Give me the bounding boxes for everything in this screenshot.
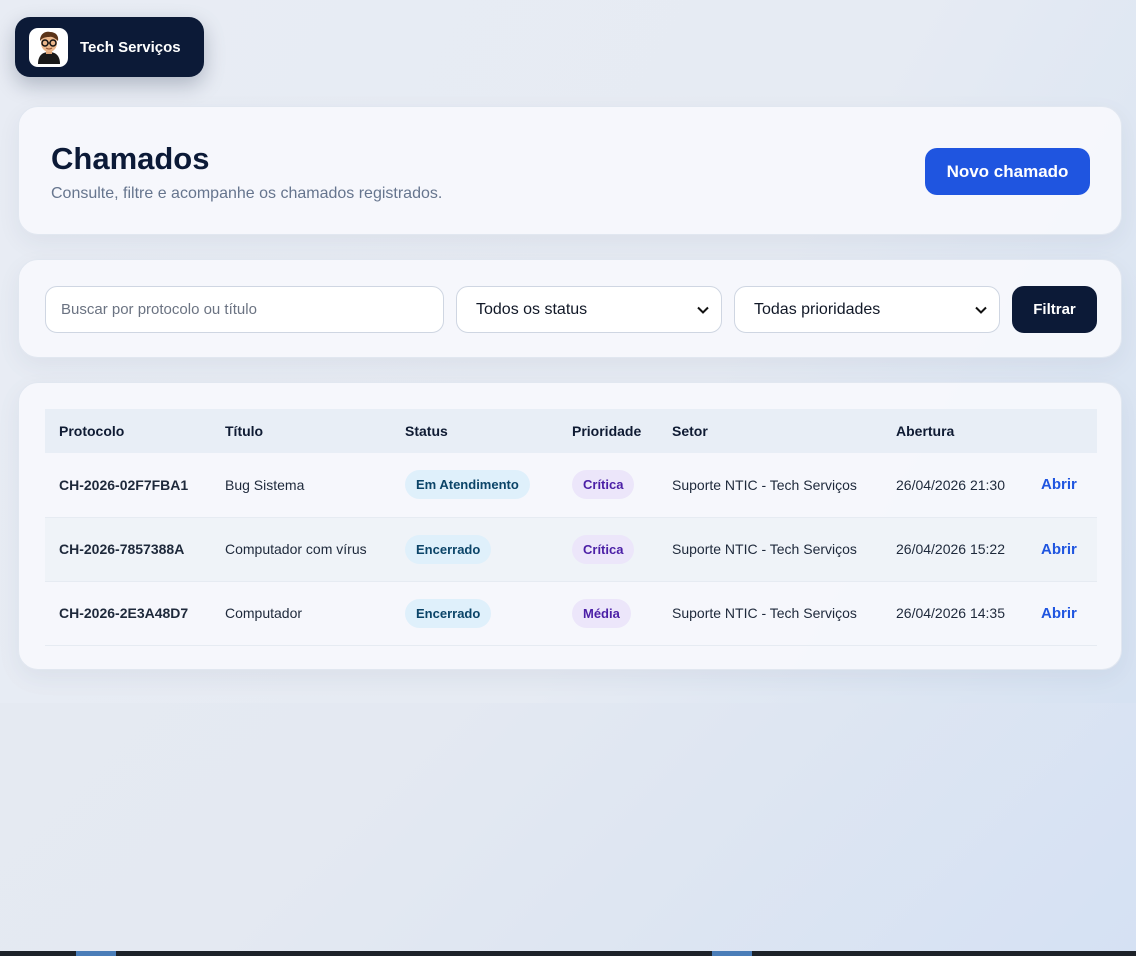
- tickets-card: Protocolo Título Status Prioridade Setor…: [18, 382, 1122, 670]
- taskbar-item[interactable]: [712, 951, 752, 956]
- priority-badge: Média: [572, 598, 631, 628]
- action-cell: Abrir: [1027, 453, 1097, 517]
- chevron-down-icon: [697, 306, 709, 314]
- taskbar: [0, 951, 1136, 956]
- search-input[interactable]: [45, 286, 444, 333]
- ticket-title: Bug Sistema: [225, 476, 305, 493]
- ticket-protocol: CH-2026-02F7FBA1: [59, 476, 189, 493]
- priority-badge: Crítica: [572, 470, 635, 500]
- filter-card: Todos os status Todas prioridades Filtra…: [18, 259, 1122, 358]
- chevron-down-icon: [975, 306, 987, 314]
- status-cell: Em Atendimento: [391, 453, 558, 517]
- priority-select-value: Todas prioridades: [754, 300, 881, 318]
- open-ticket-link[interactable]: Abrir: [1041, 476, 1077, 493]
- page-title: Chamados: [51, 141, 210, 176]
- action-cell: Abrir: [1027, 517, 1097, 581]
- column-header-title: Título: [225, 423, 264, 439]
- priority-cell: Média: [558, 581, 658, 645]
- ticket-title: Computador: [225, 605, 303, 621]
- header-card: Chamados Consulte, filtre e acompanhe os…: [18, 106, 1122, 235]
- table-row: CH-2026-2E3A48D7 Computador Encerrado Mé…: [45, 581, 1097, 645]
- open-ticket-link[interactable]: Abrir: [1041, 541, 1077, 558]
- ticket-opened: 26/04/2026 14:35: [896, 605, 1005, 621]
- status-select[interactable]: Todos os status: [456, 286, 722, 333]
- action-cell: Abrir: [1027, 581, 1097, 645]
- table-row: CH-2026-7857388A Computador com vírus En…: [45, 517, 1097, 581]
- column-header-opened: Abertura: [896, 423, 955, 439]
- column-header-status: Status: [405, 423, 448, 439]
- avatar: [29, 27, 68, 67]
- priority-cell: Crítica: [558, 453, 658, 517]
- filter-button[interactable]: Filtrar: [1012, 286, 1097, 333]
- ticket-opened: 26/04/2026 21:30: [896, 476, 1005, 493]
- ticket-protocol: CH-2026-7857388A: [59, 541, 185, 557]
- status-badge: Encerrado: [405, 534, 492, 564]
- page-subtitle: Consulte, filtre e acompanhe os chamados…: [51, 185, 443, 202]
- ticket-opened: 26/04/2026 15:22: [896, 541, 1005, 557]
- column-header-actions: [1027, 409, 1097, 453]
- status-select-value: Todos os status: [476, 300, 588, 318]
- ticket-sector: Suporte NTIC - Tech Serviços: [672, 476, 857, 493]
- avatar-icon: [37, 31, 60, 64]
- ticket-protocol: CH-2026-2E3A48D7: [59, 605, 189, 621]
- column-header-protocol: Protocolo: [59, 423, 125, 439]
- priority-badge: Crítica: [572, 534, 635, 564]
- ticket-sector: Suporte NTIC - Tech Serviços: [672, 541, 857, 557]
- taskbar-item[interactable]: [76, 951, 116, 956]
- column-header-sector: Setor: [672, 423, 708, 439]
- table-row: CH-2026-02F7FBA1 Bug Sistema Em Atendime…: [45, 453, 1097, 517]
- priority-cell: Crítica: [558, 517, 658, 581]
- ticket-sector: Suporte NTIC - Tech Serviços: [672, 605, 857, 621]
- tickets-table: Protocolo Título Status Prioridade Setor…: [45, 409, 1097, 646]
- brand-badge[interactable]: Tech Serviços: [15, 17, 204, 77]
- new-ticket-button[interactable]: Novo chamado: [925, 148, 1090, 195]
- status-cell: Encerrado: [391, 517, 558, 581]
- status-badge: Em Atendimento: [405, 470, 530, 500]
- ticket-title: Computador com vírus: [225, 541, 367, 557]
- status-cell: Encerrado: [391, 581, 558, 645]
- open-ticket-link[interactable]: Abrir: [1041, 605, 1077, 622]
- table-header: Protocolo Título Status Prioridade Setor…: [45, 409, 1097, 453]
- status-badge: Encerrado: [405, 598, 492, 628]
- column-header-priority: Prioridade: [572, 423, 642, 439]
- brand-name: Tech Serviços: [80, 38, 181, 56]
- priority-select[interactable]: Todas prioridades: [734, 286, 1000, 333]
